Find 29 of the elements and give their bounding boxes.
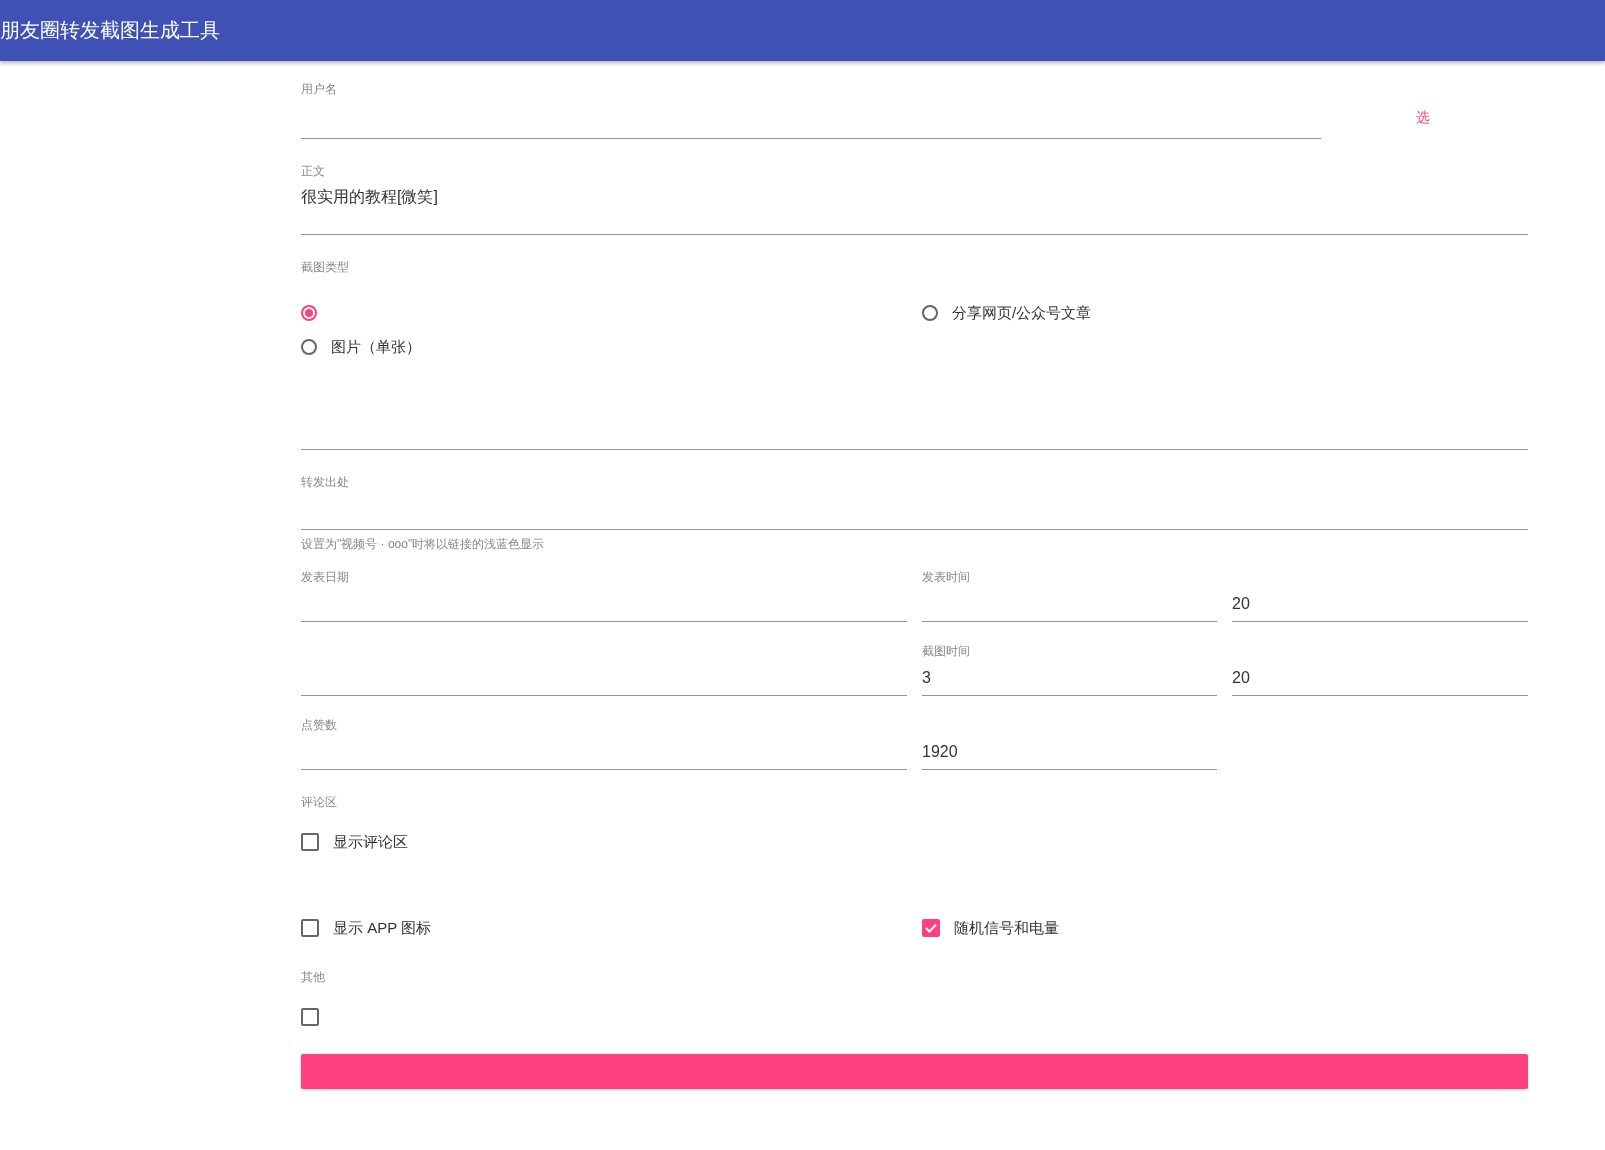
field-label: 截图时间 — [922, 643, 970, 659]
text-area[interactable]: 很实用的教程[微笑] — [301, 179, 1528, 235]
option-label: 随机信号和电量 — [954, 918, 1059, 938]
section-label: 截图类型 — [301, 259, 349, 276]
field-label: 发表日期 — [301, 569, 349, 585]
option-label: 分享网页/公众号文章 — [952, 303, 1092, 323]
radio-button[interactable] — [301, 339, 317, 355]
section-label: 评论区 — [301, 794, 337, 811]
input-field[interactable]: 20 — [1232, 585, 1528, 622]
field-label: 正文 — [301, 163, 325, 179]
field-label: 发表时间 — [922, 569, 970, 585]
field-label: 转发出处 — [301, 474, 349, 490]
checkbox[interactable] — [301, 833, 319, 851]
input-field[interactable]: 20 — [1232, 659, 1528, 696]
checkbox[interactable] — [922, 919, 940, 937]
field-label: 点赞数 — [301, 717, 337, 733]
option-label: 图片（单张） — [331, 337, 421, 357]
checkbox[interactable] — [301, 1008, 319, 1026]
app-title: 朋友圈转发截图生成工具 — [0, 18, 220, 43]
helper-text: 设置为"视频号 · ooo"时将以链接的浅蓝色显示 — [301, 536, 545, 553]
section-label: 其他 — [301, 969, 325, 986]
radio-button[interactable] — [922, 305, 938, 321]
checkbox[interactable] — [301, 919, 319, 937]
option-label: 显示 APP 图标 — [333, 918, 432, 938]
field-label: 用户名 — [301, 81, 337, 97]
option-label: 显示评论区 — [333, 832, 408, 852]
input-field[interactable]: 3 — [922, 659, 1217, 696]
radio-button[interactable] — [301, 305, 317, 321]
input-field[interactable]: 1920 — [922, 733, 1217, 770]
